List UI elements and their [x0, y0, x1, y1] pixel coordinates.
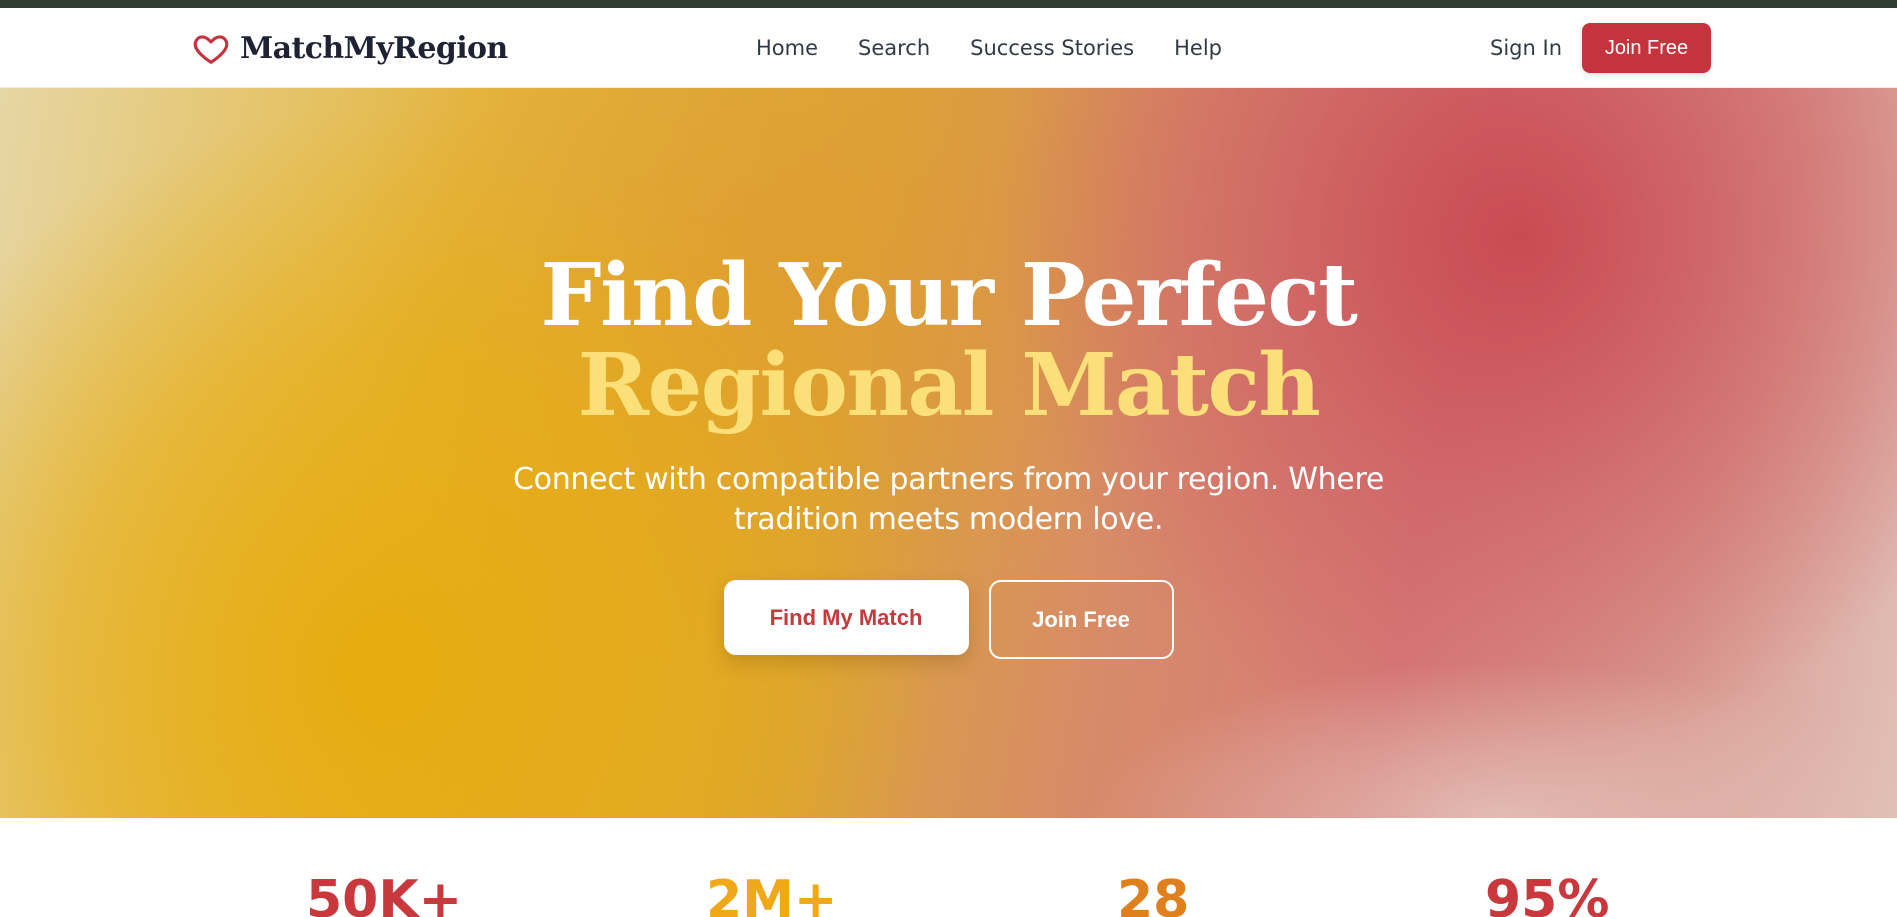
hero-subtitle-line2: tradition meets modern love.: [733, 502, 1164, 537]
hero-cta-group: Find My Match Join Free: [0, 580, 1897, 659]
nav-link-success-stories[interactable]: Success Stories: [970, 36, 1134, 60]
brand-logo[interactable]: MatchMyRegion: [192, 8, 508, 88]
sign-in-link[interactable]: Sign In: [1490, 36, 1562, 60]
nav-link-search[interactable]: Search: [858, 36, 930, 60]
brand-name: MatchMyRegion: [240, 30, 508, 66]
hero-subtitle: Connect with compatible partners from yo…: [0, 460, 1897, 540]
hero-section: Find Your Perfect Regional Match Connect…: [0, 88, 1897, 818]
stats-section: 50K+ 2M+ 28 95%: [0, 818, 1897, 917]
join-free-nav-button[interactable]: Join Free: [1582, 23, 1711, 73]
stat-value-members: 50K+: [306, 870, 463, 917]
find-my-match-button[interactable]: Find My Match: [723, 580, 969, 655]
join-free-hero-button[interactable]: Join Free: [988, 580, 1174, 659]
top-accent-bar: [0, 0, 1897, 8]
stat-value-regions: 28: [1117, 870, 1190, 917]
hero-subtitle-line1: Connect with compatible partners from yo…: [513, 462, 1384, 497]
stat-value-profiles: 2M+: [706, 870, 838, 917]
stat-value-satisfaction: 95%: [1485, 870, 1610, 917]
hero-title-line2: Regional Match: [577, 335, 1321, 436]
nav-link-home[interactable]: Home: [756, 36, 818, 60]
hero-title-line1: Find Your Perfect: [540, 245, 1358, 346]
auth-actions: Sign In Join Free: [1490, 8, 1711, 88]
nav-link-help[interactable]: Help: [1174, 36, 1222, 60]
navbar: MatchMyRegion Home Search Success Storie…: [0, 8, 1897, 88]
heart-icon: [193, 35, 229, 64]
hero-title: Find Your Perfect Regional Match: [0, 251, 1897, 431]
main-menu: Home Search Success Stories Help: [756, 8, 1222, 88]
